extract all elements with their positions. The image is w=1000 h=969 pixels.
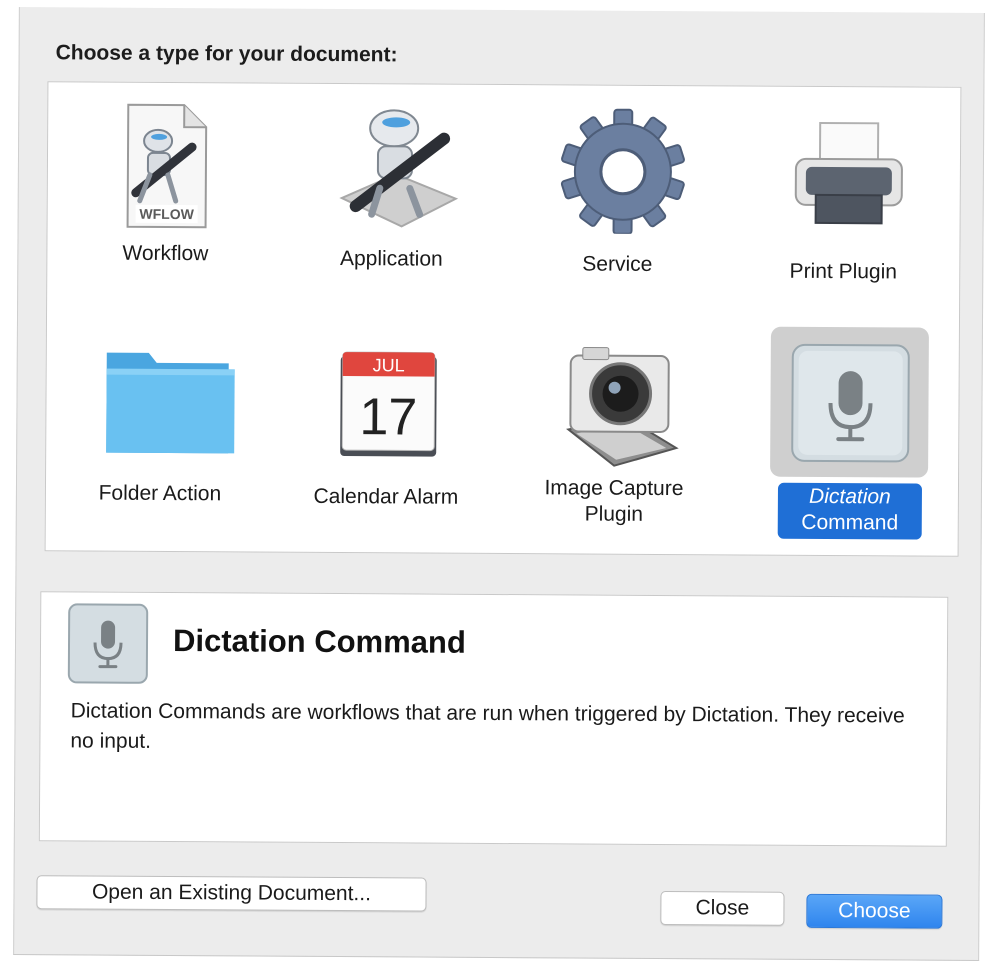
- type-dictation-label-line2: Command: [801, 510, 899, 535]
- workflow-file-icon: WFLOW: [106, 101, 227, 232]
- type-image-capture-plugin[interactable]: Image Capture Plugin: [514, 325, 715, 536]
- type-image-capture-plugin-label: Image Capture Plugin: [514, 475, 714, 528]
- close-button[interactable]: Close: [660, 890, 785, 926]
- svg-text:17: 17: [359, 388, 417, 446]
- folder-icon: [100, 335, 235, 466]
- type-calendar-alarm[interactable]: JUL 17 Calendar Alarm: [286, 324, 487, 535]
- type-calendar-alarm-label: Calendar Alarm: [313, 484, 459, 509]
- type-image-capture-label-line2: Plugin: [584, 502, 644, 526]
- new-document-dialog: Choose a type for your document: WFLOW W…: [13, 7, 985, 961]
- camera-icon: [554, 337, 679, 468]
- type-workflow[interactable]: WFLOW Workflow: [65, 88, 266, 299]
- type-application-label: Application: [339, 247, 443, 271]
- type-dictation-command-label: Dictation Command: [777, 482, 923, 540]
- choose-button[interactable]: Choose: [806, 893, 943, 929]
- calendar-icon: JUL 17: [326, 336, 447, 467]
- type-service-label: Service: [582, 252, 653, 276]
- description-title: Dictation Command: [172, 623, 466, 660]
- open-existing-document-button[interactable]: Open an Existing Document...: [36, 875, 427, 912]
- automator-robot-icon: [332, 102, 459, 233]
- type-dictation-command[interactable]: Dictation Command: [742, 324, 943, 540]
- type-folder-action[interactable]: Folder Action: [60, 322, 261, 533]
- microphone-icon: [67, 602, 149, 684]
- type-image-capture-label-line1: Image Capture: [544, 476, 684, 501]
- type-folder-action-label: Folder Action: [98, 481, 222, 506]
- svg-text:JUL: JUL: [373, 355, 405, 375]
- gear-icon: [558, 103, 685, 235]
- description-panel: Dictation Command Dictation Commands are…: [38, 591, 949, 847]
- type-application[interactable]: Application: [291, 90, 492, 301]
- type-workflow-label: Workflow: [122, 241, 209, 266]
- dialog-prompt: Choose a type for your document:: [55, 41, 398, 67]
- type-print-plugin-label: Print Plugin: [789, 259, 898, 284]
- type-print-plugin[interactable]: Print Plugin: [743, 92, 944, 303]
- microphone-icon: [788, 341, 913, 466]
- type-dictation-label-line1: Dictation: [809, 484, 891, 509]
- document-type-grid: WFLOW Workflow Application Service Print…: [44, 81, 962, 557]
- svg-text:WFLOW: WFLOW: [139, 206, 194, 222]
- description-text: Dictation Commands are workflows that ar…: [70, 699, 905, 753]
- printer-icon: [784, 105, 905, 236]
- type-service[interactable]: Service: [517, 91, 718, 302]
